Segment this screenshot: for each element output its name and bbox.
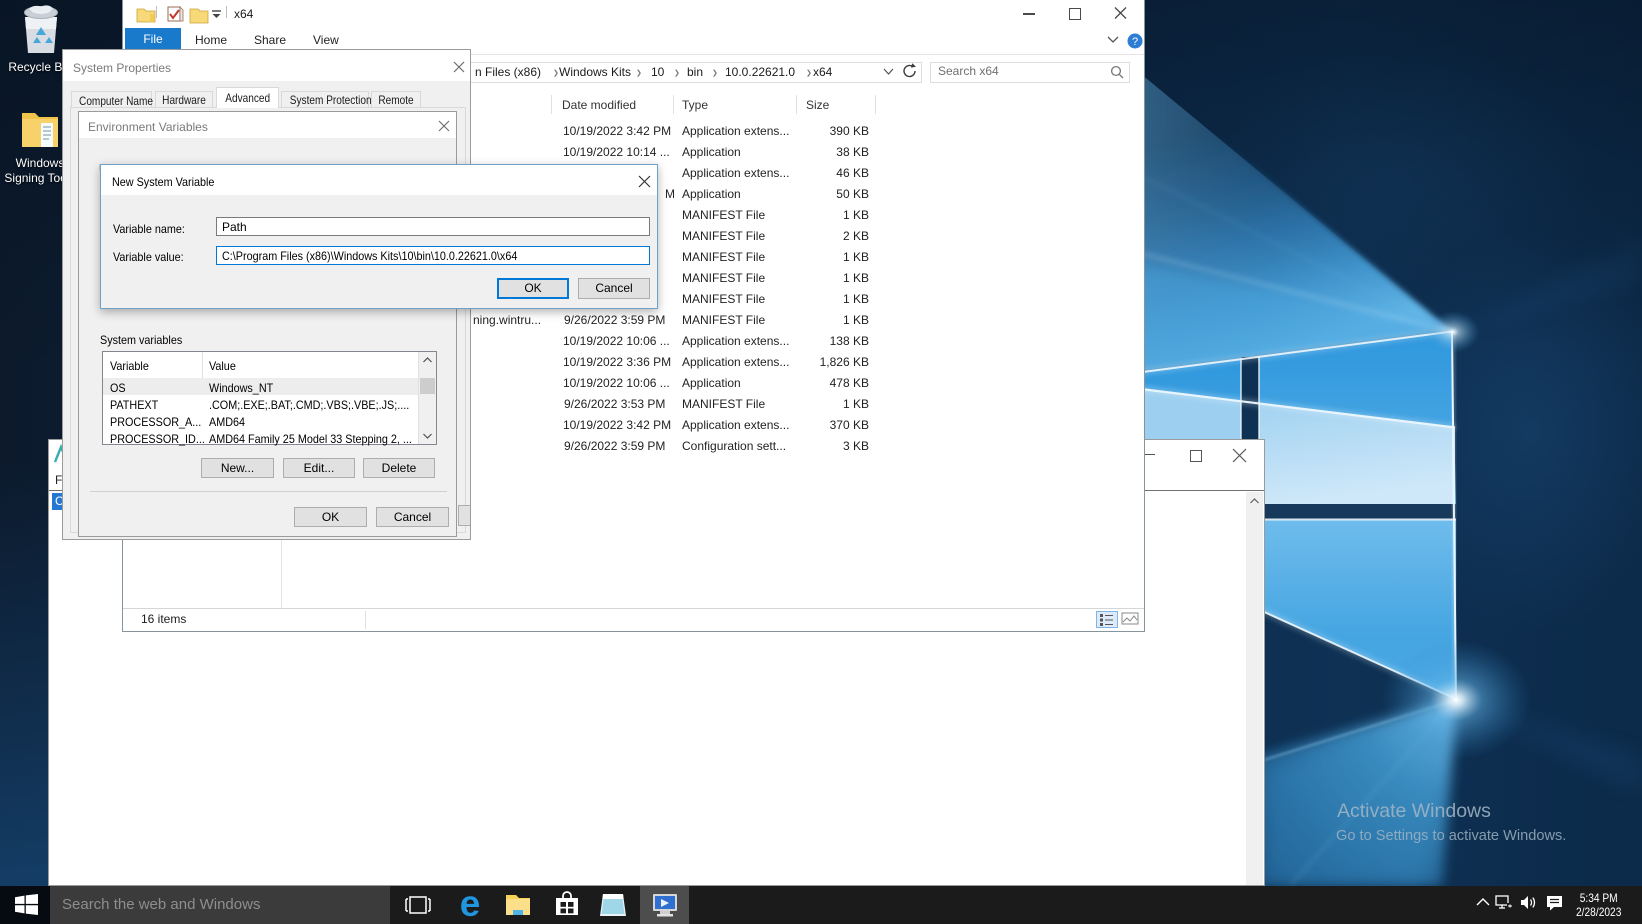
svg-text:Go to Settings to activate Win: Go to Settings to activate Windows. [1336, 828, 1566, 844]
svg-text:Activate Windows: Activate Windows [1337, 800, 1491, 822]
svg-text:?: ? [1132, 36, 1138, 48]
